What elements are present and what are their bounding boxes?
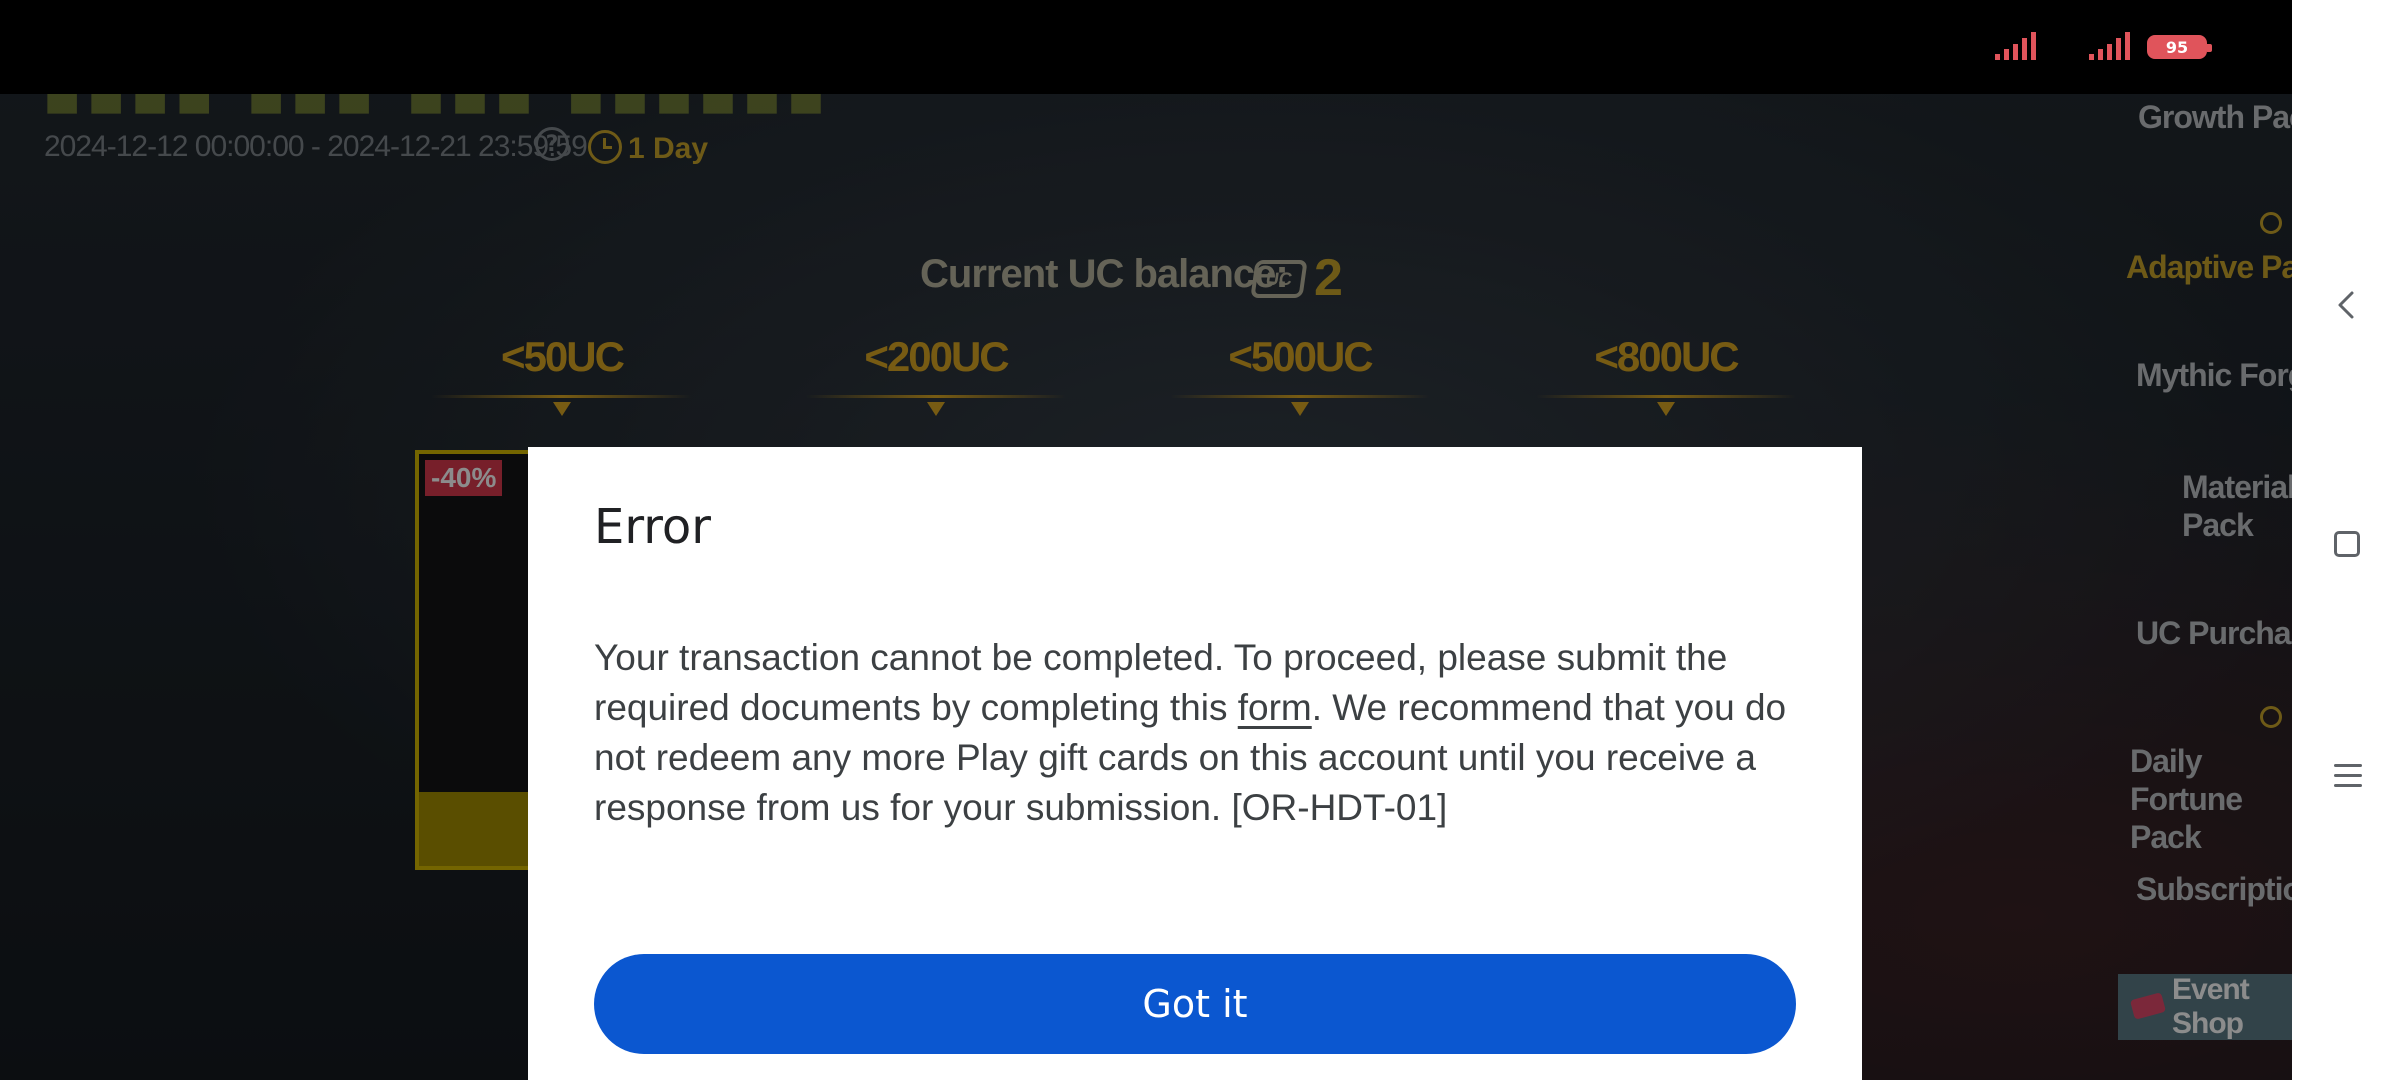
battery-icon: 95 [2147, 35, 2212, 59]
back-icon[interactable] [2334, 290, 2358, 320]
home-icon[interactable] [2334, 531, 2360, 557]
status-bar: 95 [0, 0, 2292, 94]
signal-icon [1995, 32, 2036, 60]
menu-icon[interactable] [2334, 764, 2362, 788]
signal-icon [2089, 32, 2130, 60]
form-link[interactable]: form [1238, 687, 1312, 728]
dialog-message: Your transaction cannot be completed. To… [594, 633, 1794, 833]
system-nav-bar [2292, 0, 2400, 1080]
dialog-title: Error [594, 499, 711, 555]
got-it-button[interactable]: Got it [594, 954, 1796, 1054]
error-dialog: Error Your transaction cannot be complet… [528, 447, 1862, 1080]
